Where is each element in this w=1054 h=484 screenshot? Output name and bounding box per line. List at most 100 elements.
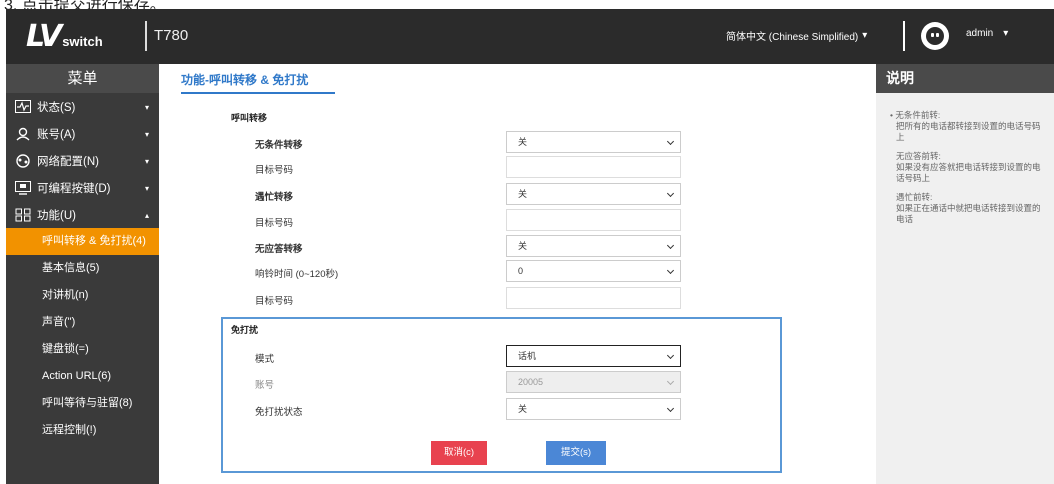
target-number-label: 目标号码 [255,296,294,307]
cancel-button[interactable]: 取消(c) [431,441,487,465]
no-answer-forward-select[interactable]: 关 [506,235,681,257]
target-number-label: 目标号码 [255,165,294,176]
main-panel: 功能-呼叫转移 & 免打扰 呼叫转移 无条件转移 关 目标号码 遇忙转移 关 目… [160,64,874,484]
status-icon [15,100,31,114]
username: admin [966,28,994,39]
ring-time-select[interactable]: 0 [506,260,681,282]
select-value: 关 [518,189,528,199]
dnd-status-select[interactable]: 关 [506,398,681,420]
dnd-account-select: 20005 [506,371,681,393]
sidebar-item-label: 状态(S) [37,101,76,114]
dnd-status-label: 免打扰状态 [255,407,303,418]
brand-logo: LV switch [26,22,103,52]
chevron-down-icon: ▾ [144,130,149,139]
sidebar-subitem-remote-control[interactable]: 远程控制(!) [6,417,159,444]
unconditional-forward-select[interactable]: 关 [506,131,681,153]
select-value: 0 [518,266,524,276]
sidebar-item-label: 账号(A) [37,128,76,141]
sidebar-item-programmable-keys[interactable]: 可编程按键(D) ▾ [6,174,159,201]
sidebar-subitem-intercom[interactable]: 对讲机(n) [6,282,159,309]
help-entry: 无应答前转: 如果没有应答就把电话转接到设置的电话号码上 [890,151,1044,184]
sidebar-subitem-call-forward-dnd[interactable]: 呼叫转移 & 免打扰(4) [6,228,159,255]
sidebar-item-account[interactable]: 账号(A) ▾ [6,120,159,147]
sidebar-item-label: 可编程按键(D) [37,182,111,195]
sidebar-item-label: 功能(U) [37,209,76,222]
top-bar: LV switch T780 简体中文 (Chinese Simplified)… [6,9,1054,64]
help-entry: 无条件前转: 把所有的电话都转接到设置的电话号码上 [890,110,1044,143]
sidebar-subitem-basic-info[interactable]: 基本信息(5) [6,255,159,282]
target-number-label: 目标号码 [255,218,294,229]
help-body: 无条件前转: 把所有的电话都转接到设置的电话号码上 无应答前转: 如果没有应答就… [876,93,1054,225]
chevron-down-icon [666,351,675,360]
chevron-down-icon [666,241,675,250]
sidebar-item-network[interactable]: 网络配置(N) ▾ [6,147,159,174]
dnd-account-label: 账号 [255,380,275,391]
device-model: T780 [154,27,189,44]
unconditional-forward-label: 无条件转移 [255,140,303,151]
unconditional-target-input[interactable] [506,156,681,178]
chevron-down-icon [666,266,675,275]
user-avatar-icon [926,27,944,45]
help-entry-body: 如果正在通话中就把电话转接到设置的电话 [896,203,1041,224]
help-entry-head: 遇忙前转: [896,192,933,202]
chevron-down-icon: ▾ [144,184,149,193]
logo-sub: switch [62,34,103,49]
document-caption: 3. 点击提交进行保存。 [0,0,1054,9]
user-menu[interactable]: admin ▾ [966,28,1008,39]
sidebar-item-features[interactable]: 功能(U) ▴ [6,201,159,228]
chevron-down-icon [666,137,675,146]
chevron-down-icon: ▾ [144,157,149,166]
chevron-down-icon: ▾ [1003,28,1009,39]
logo-divider [145,21,147,51]
language-label: 简体中文 (Chinese Simplified) [726,32,859,43]
ring-time-label: 响铃时间 (0~120秒) [255,269,339,280]
select-value: 关 [518,404,528,414]
account-icon [15,127,31,141]
network-icon [15,153,31,168]
avatar[interactable] [921,22,949,50]
chevron-down-icon: ▾ [862,30,868,41]
chevron-down-icon [666,377,675,386]
dnd-mode-select[interactable]: 话机 [506,345,681,367]
sidebar-item-status[interactable]: 状态(S) ▾ [6,93,159,120]
chevron-down-icon: ▾ [144,103,149,112]
title-underline [181,92,335,94]
dnd-section-box [221,317,782,473]
select-value: 关 [518,137,528,147]
select-value: 话机 [518,351,537,361]
sidebar-subitem-keypad-lock[interactable]: 键盘锁(=) [6,336,159,363]
help-entry-head: 无条件前转: [890,110,1044,121]
help-title: 说明 [876,64,1054,93]
topbar-divider [903,21,905,51]
busy-forward-select[interactable]: 关 [506,183,681,205]
language-selector[interactable]: 简体中文 (Chinese Simplified) ▾ [726,28,867,43]
sidebar-subitem-action-url[interactable]: Action URL(6) [6,363,159,390]
features-icon [15,208,31,222]
help-entry-body: 如果没有应答就把电话转接到设置的电话号码上 [896,162,1041,183]
no-answer-target-input[interactable] [506,287,681,309]
submit-button[interactable]: 提交(s) [546,441,606,465]
sidebar-item-label: 网络配置(N) [37,155,99,168]
sidebar-subitem-call-waiting[interactable]: 呼叫等待与驻留(8) [6,390,159,417]
select-value: 20005 [518,377,544,387]
chevron-down-icon [666,189,675,198]
select-value: 关 [518,241,528,251]
no-answer-forward-label: 无应答转移 [255,244,303,255]
sidebar: 菜单 状态(S) ▾ 账号(A) ▾ 网络配置(N) ▾ 可编程按键(D) ▾ … [6,64,159,484]
dnd-section-title: 免打扰 [231,325,259,335]
caption-text: 3. 点击提交进行保存。 [4,0,166,9]
logo-mark: LV [26,19,62,54]
chevron-up-icon: ▴ [144,211,149,220]
sidebar-subitem-sound[interactable]: 声音(") [6,309,159,336]
help-entry-head: 无应答前转: [896,151,941,161]
sidebar-title: 菜单 [6,64,159,93]
chevron-down-icon [666,404,675,413]
help-panel: 说明 无条件前转: 把所有的电话都转接到设置的电话号码上 无应答前转: 如果没有… [876,64,1054,484]
busy-target-input[interactable] [506,209,681,231]
help-entry: 遇忙前转: 如果正在通话中就把电话转接到设置的电话 [890,192,1044,225]
help-entry-body: 把所有的电话都转接到设置的电话号码上 [896,121,1041,142]
dnd-mode-label: 模式 [255,354,275,365]
call-forward-section-title: 呼叫转移 [231,113,268,123]
busy-forward-label: 遇忙转移 [255,192,294,203]
keys-icon [15,180,31,195]
